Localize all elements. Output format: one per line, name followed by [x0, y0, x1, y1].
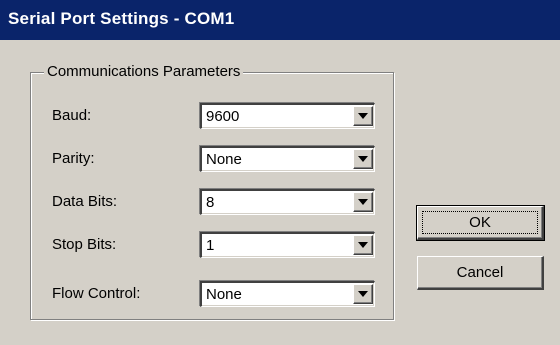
- data-bits-select[interactable]: 8: [200, 189, 375, 215]
- group-label: Communications Parameters: [44, 63, 244, 80]
- chevron-down-icon: [358, 199, 368, 205]
- stop-bits-value: 1: [206, 237, 215, 254]
- parity-value: None: [206, 151, 242, 168]
- title-bar[interactable]: Serial Port Settings - COM1: [0, 0, 560, 40]
- chevron-down-icon: [358, 156, 368, 162]
- window-title: Serial Port Settings - COM1: [8, 9, 235, 28]
- chevron-down-icon: [358, 291, 368, 297]
- stop-bits-select[interactable]: 1: [200, 232, 375, 258]
- flow-control-label: Flow Control:: [52, 285, 141, 302]
- flow-control-dropdown-button[interactable]: [353, 284, 373, 304]
- baud-value: 9600: [206, 108, 240, 125]
- parity-dropdown-button[interactable]: [353, 149, 373, 169]
- chevron-down-icon: [358, 242, 368, 248]
- ok-button-label: OK: [422, 211, 538, 234]
- chevron-down-icon: [358, 113, 368, 119]
- baud-label: Baud:: [52, 107, 92, 124]
- data-bits-dropdown-button[interactable]: [353, 192, 373, 212]
- ok-button[interactable]: OK: [416, 205, 545, 241]
- data-bits-label: Data Bits:: [52, 193, 118, 210]
- baud-dropdown-button[interactable]: [353, 106, 373, 126]
- parity-select[interactable]: None: [200, 146, 375, 172]
- parity-label: Parity:: [52, 150, 95, 167]
- flow-control-value: None: [206, 286, 242, 303]
- serial-port-settings-dialog: Serial Port Settings - COM1 Communicatio…: [0, 0, 560, 345]
- cancel-button[interactable]: Cancel: [417, 256, 544, 290]
- data-bits-value: 8: [206, 194, 215, 211]
- stop-bits-dropdown-button[interactable]: [353, 235, 373, 255]
- flow-control-select[interactable]: None: [200, 281, 375, 307]
- stop-bits-label: Stop Bits:: [52, 236, 117, 253]
- baud-select[interactable]: 9600: [200, 103, 375, 129]
